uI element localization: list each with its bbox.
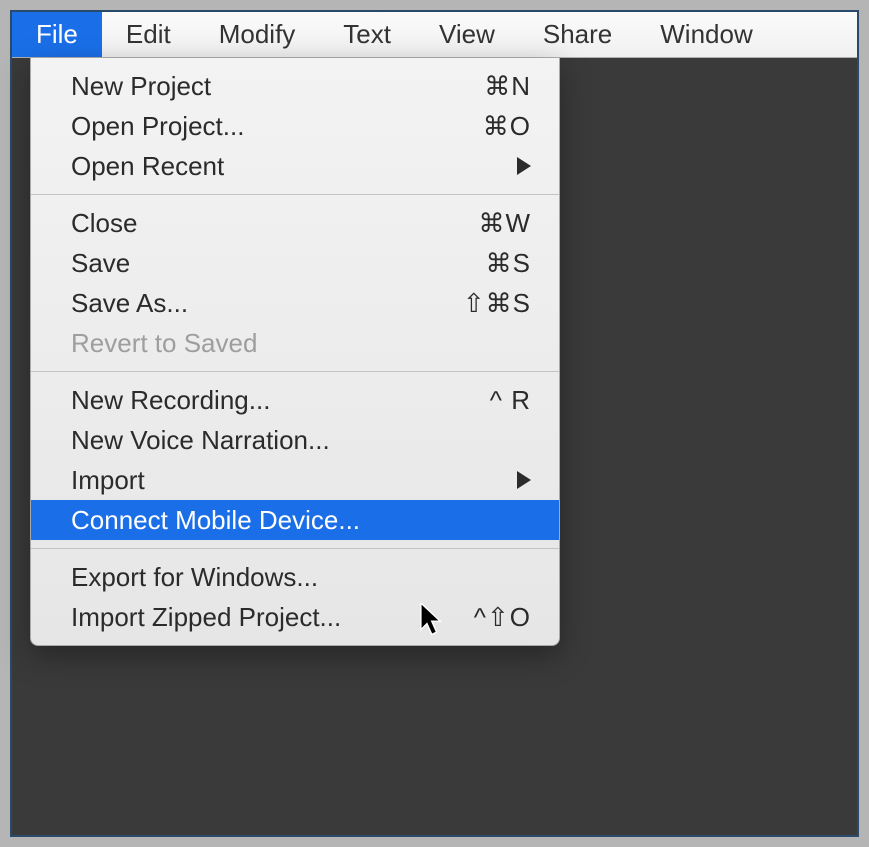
menu-item-connect-mobile-device[interactable]: Connect Mobile Device... (31, 500, 559, 540)
menu-shortcut: ⌘S (441, 248, 531, 279)
menu-item-new-project[interactable]: New Project ⌘N (31, 66, 559, 106)
menubar-item-file[interactable]: File (12, 12, 102, 57)
menu-shortcut: ⌘W (441, 208, 531, 239)
menubar-label: View (439, 19, 495, 50)
menu-label: Import (71, 465, 517, 496)
menubar: File Edit Modify Text View Share Window (12, 12, 857, 58)
menu-shortcut: ⌘O (441, 111, 531, 142)
menu-label: Import Zipped Project... (71, 602, 441, 633)
menu-shortcut: ^⇧O (441, 602, 531, 633)
menu-item-import[interactable]: Import (31, 460, 559, 500)
app-window: File Edit Modify Text View Share Window … (10, 10, 859, 837)
menubar-label: Modify (219, 19, 296, 50)
menu-separator (31, 371, 559, 372)
menu-shortcut: ⌘N (441, 71, 531, 102)
menu-separator (31, 194, 559, 195)
file-menu-dropdown: New Project ⌘N Open Project... ⌘O Open R… (30, 58, 560, 646)
menu-label: New Voice Narration... (71, 425, 531, 456)
menu-label: Close (71, 208, 441, 239)
menu-label: Revert to Saved (71, 328, 531, 359)
menubar-item-view[interactable]: View (415, 12, 519, 57)
menu-item-open-project[interactable]: Open Project... ⌘O (31, 106, 559, 146)
submenu-arrow-icon (517, 157, 531, 175)
menubar-label: Edit (126, 19, 171, 50)
menubar-item-share[interactable]: Share (519, 12, 636, 57)
menu-label: Export for Windows... (71, 562, 531, 593)
menu-label: Open Recent (71, 151, 517, 182)
menubar-label: Window (660, 19, 752, 50)
submenu-arrow-icon (517, 471, 531, 489)
menu-item-revert-to-saved: Revert to Saved (31, 323, 559, 363)
menu-label: New Project (71, 71, 441, 102)
menu-shortcut: ⇧⌘S (441, 288, 531, 319)
menu-label: New Recording... (71, 385, 441, 416)
menubar-label: File (36, 19, 78, 50)
menubar-label: Share (543, 19, 612, 50)
menubar-item-edit[interactable]: Edit (102, 12, 195, 57)
menu-shortcut: ^ R (441, 385, 531, 416)
menubar-label: Text (343, 19, 391, 50)
content-area: New Project ⌘N Open Project... ⌘O Open R… (12, 58, 857, 835)
menu-item-save-as[interactable]: Save As... ⇧⌘S (31, 283, 559, 323)
menubar-item-modify[interactable]: Modify (195, 12, 320, 57)
menu-label: Save (71, 248, 441, 279)
menu-label: Connect Mobile Device... (71, 505, 531, 536)
menu-separator (31, 548, 559, 549)
menu-item-save[interactable]: Save ⌘S (31, 243, 559, 283)
menu-item-new-voice-narration[interactable]: New Voice Narration... (31, 420, 559, 460)
menubar-item-window[interactable]: Window (636, 12, 776, 57)
menu-item-close[interactable]: Close ⌘W (31, 203, 559, 243)
menu-item-export-for-windows[interactable]: Export for Windows... (31, 557, 559, 597)
menu-label: Save As... (71, 288, 441, 319)
menu-label: Open Project... (71, 111, 441, 142)
menu-item-import-zipped-project[interactable]: Import Zipped Project... ^⇧O (31, 597, 559, 637)
menu-item-open-recent[interactable]: Open Recent (31, 146, 559, 186)
menu-item-new-recording[interactable]: New Recording... ^ R (31, 380, 559, 420)
menubar-item-text[interactable]: Text (319, 12, 415, 57)
